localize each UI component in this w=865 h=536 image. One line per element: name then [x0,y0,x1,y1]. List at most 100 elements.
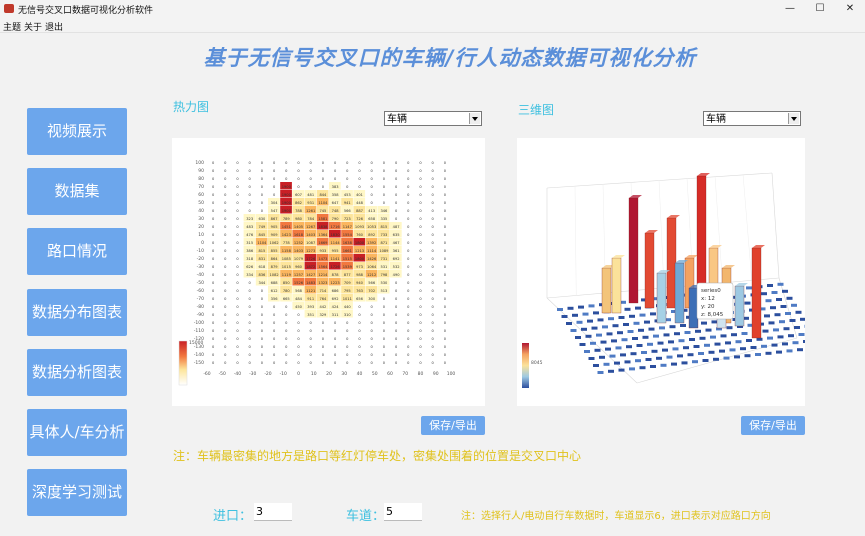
minimize-button[interactable]: — [775,0,805,18]
floor-bar [572,313,578,317]
floor-bar [741,332,748,335]
bar-3d-top [697,173,710,176]
floor-bar [644,320,650,324]
floor-bar [630,352,637,356]
close-button[interactable]: ✕ [835,0,865,18]
floor-bar [713,357,719,361]
floor-bar [621,338,628,342]
heatmap-cell-value: 1554 [343,233,353,237]
heatmap-cell-value: 878 [332,273,340,277]
floor-bar [561,315,568,318]
heatmap-x-tick: -30 [249,371,256,377]
heatmap-cell-value: 714 [319,289,327,293]
floor-bar [695,329,701,333]
floor-bar [782,342,788,346]
heatmap-y-tick: -110 [194,328,204,334]
menu-theme[interactable]: 主题 [3,20,21,33]
floor-bar [659,326,665,330]
heatmap-cell-value: 709 [344,281,352,285]
heatmap-cell-value: 790 [332,217,340,221]
heatmap-label: 热力图 [173,100,210,114]
heatmap-cell-value: 318 [246,257,254,261]
deep-learning-test-button[interactable]: 深度学习测试 [27,469,127,516]
bar-3d-top [645,230,658,233]
floor-bar [692,360,698,364]
person-vehicle-analysis-button[interactable]: 具体人/车分析 [27,409,127,456]
floor-bar [585,334,592,338]
dataset-button[interactable]: 数据集 [27,168,127,215]
heatmap-y-tick: 90 [198,168,204,174]
heatmap-cell-value: 1423 [282,233,291,237]
heatmap-select-value: 车辆 [387,114,407,125]
heatmap-cell-value: 1121 [306,289,315,293]
heatmap-cell-value: 424 [332,305,340,309]
floor-bar [647,342,653,346]
menu-exit[interactable]: 退出 [45,20,63,33]
heatmap-cell-value: 483 [246,225,253,229]
floor-bar [612,324,619,328]
heatmap-cell-value: 1214 [318,273,328,277]
floor-bar [681,361,688,365]
floor-bar [800,317,806,321]
floor-bar [791,303,797,307]
floor-bar [750,346,757,349]
heatmap-cell-value: 831 [258,257,265,261]
floor-bar [777,282,784,286]
floor-bar [755,353,761,356]
heatmap-note: 注：车辆最密集的地方是路口等红灯停车处，密集处围着的位置是交叉口中心 [173,449,582,463]
chevron-down-icon [788,113,799,124]
floor-bar [735,340,742,344]
3d-save-button[interactable]: 保存/导出 [741,416,805,435]
heatmap-cell-value: 931 [307,201,314,205]
bar-3d-top [722,265,735,268]
floor-bar [804,324,811,328]
heatmap-cell-value: 1085 [282,257,291,261]
heatmap-cell-value: 1082 [270,273,279,277]
heatmap-cell-value: 1212 [367,273,376,277]
bar-3d [751,247,762,339]
floor-bar [797,348,803,352]
heatmap-cell-value: 702 [368,289,375,293]
heatmap-save-button[interactable]: 保存/导出 [421,416,485,435]
heatmap-cell-value: 905 [271,225,278,229]
maximize-button[interactable]: ☐ [805,0,835,18]
floor-bar [698,352,704,355]
floor-bar [666,355,673,359]
3d-colorbar [522,343,529,388]
floor-bar [602,325,608,329]
heatmap-x-tick: 20 [326,371,332,377]
floor-bar [639,366,646,370]
heatmap-cell-value: 1079 [294,257,304,261]
video-display-button[interactable]: 视频展示 [27,108,127,155]
grid-line [574,185,577,296]
intersection-button[interactable]: 路口情况 [27,228,127,275]
3d-type-select[interactable]: 车辆 [703,111,801,126]
entrance-input[interactable]: 3 [254,503,292,521]
floor-bar [689,338,695,341]
heatmap-cell-value: 1800 [355,257,365,261]
bar-3d [688,287,699,329]
floor-bar [669,325,676,329]
menu-about[interactable]: 关于 [24,20,42,33]
heatmap-cell-value: 1716 [331,225,341,229]
heatmap-x-tick: -20 [264,371,271,377]
heatmap-cell-value: 1392 [367,241,376,245]
heatmap-cell-value: 1252 [294,241,303,245]
heatmap-type-select[interactable]: 车辆 [384,111,482,126]
floor-bar [789,319,796,322]
tooltip-line: y: 20 [701,304,715,310]
floor-bar [677,354,683,358]
floor-bar [774,313,781,317]
lane-input[interactable]: 5 [384,503,422,521]
heatmap-cell-value: 647 [332,201,339,205]
bar-3d-top [685,255,698,258]
data-analysis-button[interactable]: 数据分析图表 [27,349,127,396]
data-distribution-button[interactable]: 数据分布图表 [27,289,127,336]
heatmap-cell-value: 815 [258,249,265,253]
floor-bar [785,312,791,315]
floor-bar [663,333,670,337]
floor-bar [662,348,668,352]
floor-bar [570,329,577,332]
floor-bar [771,291,778,294]
floor-bar [779,320,785,324]
